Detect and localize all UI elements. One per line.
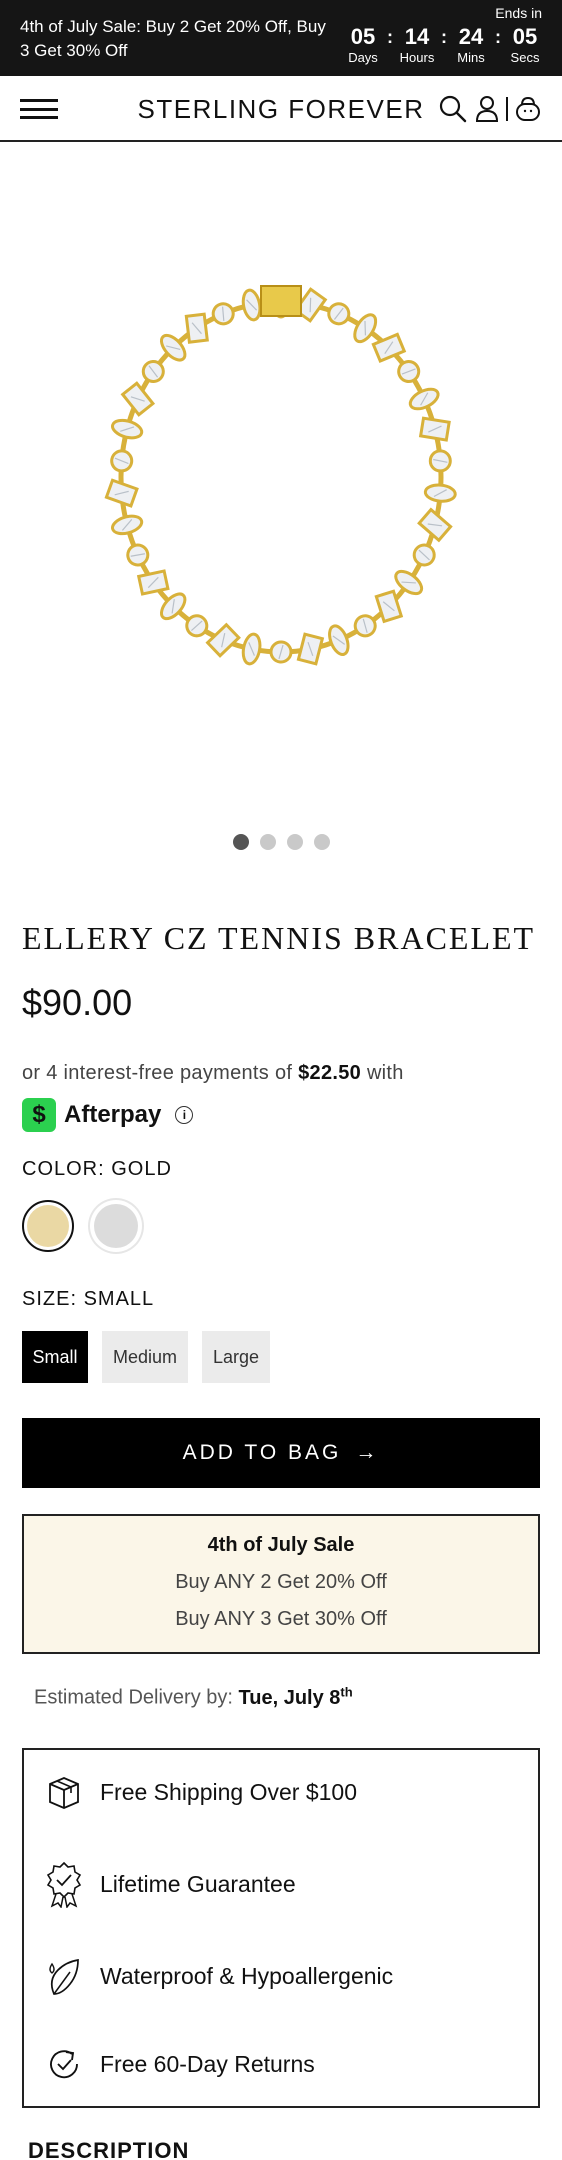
countdown-mins-value: 24: [458, 24, 484, 49]
delivery-prefix: Estimated Delivery by:: [34, 1686, 233, 1709]
carousel-dots: [0, 834, 562, 850]
sale-callout: 4th of July Sale Buy ANY 2 Get 20% Off B…: [22, 1514, 540, 1654]
countdown-secs-value: 05: [512, 24, 538, 49]
countdown-separator: :: [441, 27, 447, 47]
countdown-hours: 14 Hours: [394, 24, 440, 66]
countdown-hours-value: 14: [404, 24, 430, 49]
carousel-dot[interactable]: [313, 834, 330, 850]
countdown-secs: 05 Secs: [502, 24, 548, 66]
afterpay-amount: $22.50: [298, 1062, 362, 1084]
countdown-separator: :: [495, 27, 501, 47]
countdown-secs-label: Secs: [510, 50, 540, 65]
size-option-small[interactable]: Small: [22, 1331, 88, 1383]
benefit-free-shipping: Free Shipping Over $100: [44, 1772, 357, 1812]
afterpay-prefix: or 4 interest-free payments of: [22, 1062, 293, 1084]
benefit-label: Free 60-Day Returns: [100, 2050, 315, 2077]
countdown-days-label: Days: [348, 50, 378, 65]
leaf-water-icon: [49, 1958, 79, 1995]
benefit-lifetime-guarantee: Lifetime Guarantee: [44, 1860, 296, 1908]
sale-title: 4th of July Sale: [207, 1534, 355, 1556]
benefit-label: Free Shipping Over $100: [100, 1778, 357, 1805]
size-option-medium[interactable]: Medium: [102, 1331, 188, 1383]
promo-bar: 4th of July Sale: Buy 2 Get 20% Off, Buy…: [0, 0, 562, 76]
sale-line-1: Buy ANY 2 Get 20% Off: [175, 1571, 387, 1593]
info-icon[interactable]: i: [175, 1106, 194, 1124]
color-swatch-silver[interactable]: [90, 1200, 142, 1252]
countdown-separator: :: [387, 27, 393, 47]
delivery-date: Tue, July 8: [238, 1686, 341, 1709]
promo-text[interactable]: 4th of July Sale: Buy 2 Get 20% Off, Buy…: [20, 15, 330, 63]
account-icon[interactable]: [474, 95, 500, 123]
benefit-waterproof: Waterproof & Hypoallergenic: [44, 1954, 393, 1998]
add-to-bag-label: ADD TO BAG: [182, 1441, 342, 1464]
countdown-mins-label: Mins: [457, 50, 485, 65]
afterpay-suffix: with: [366, 1062, 404, 1084]
size-label: SIZE: SMALL: [22, 1288, 155, 1310]
bag-icon[interactable]: [514, 95, 542, 123]
header-divider: [506, 97, 508, 121]
arrow-right-icon: →: [355, 1441, 380, 1464]
estimated-delivery: Estimated Delivery by: Tue, July 8th: [34, 1684, 353, 1710]
afterpay-badge[interactable]: $ Afterpay i: [22, 1098, 194, 1132]
return-arrow-icon: [50, 2050, 78, 2079]
carousel-dot[interactable]: [232, 834, 249, 850]
benefit-label: Lifetime Guarantee: [100, 1870, 296, 1897]
countdown-days: 05 Days: [340, 24, 386, 66]
color-swatch-gold[interactable]: [22, 1200, 74, 1252]
shipping-box-icon: [49, 1777, 79, 1809]
afterpay-installments: or 4 interest-free payments of $22.50 wi…: [22, 1062, 404, 1085]
add-to-bag-button[interactable]: ADD TO BAG →: [22, 1418, 540, 1488]
carousel-dot[interactable]: [259, 834, 276, 850]
countdown-timer: 05 Days : 14 Hours : 24 Mins : 05 Secs: [340, 24, 548, 66]
countdown-label: Ends in: [495, 5, 542, 21]
description-heading[interactable]: DESCRIPTION: [28, 2138, 189, 2160]
color-label: COLOR: GOLD: [22, 1158, 172, 1180]
benefits-box: Free Shipping Over $100 Lifetime Guarant…: [22, 1748, 540, 2108]
sale-line-2: Buy ANY 3 Get 30% Off: [175, 1608, 387, 1630]
afterpay-logo-icon: $: [22, 1098, 56, 1132]
guarantee-badge-icon: [46, 1861, 82, 1908]
afterpay-name: Afterpay: [64, 1101, 162, 1128]
benefit-label: Waterproof & Hypoallergenic: [100, 1962, 394, 1989]
delivery-date-suffix: th: [340, 1684, 353, 1699]
carousel-dot[interactable]: [286, 834, 303, 850]
size-option-large[interactable]: Large: [202, 1331, 270, 1383]
site-header: STERLING FOREVER: [0, 76, 562, 142]
benefit-free-returns: Free 60-Day Returns: [44, 2044, 315, 2084]
countdown-mins: 24 Mins: [448, 24, 494, 66]
header-icons: [438, 94, 542, 124]
product-title: ELLERY CZ TENNIS BRACELET: [22, 920, 536, 956]
product-price: $90.00: [22, 982, 133, 1023]
countdown-days-value: 05: [350, 24, 376, 49]
search-icon[interactable]: [438, 94, 468, 124]
product-image[interactable]: [0, 142, 562, 822]
bracelet-image: [104, 285, 457, 666]
countdown-hours-label: Hours: [399, 50, 435, 65]
